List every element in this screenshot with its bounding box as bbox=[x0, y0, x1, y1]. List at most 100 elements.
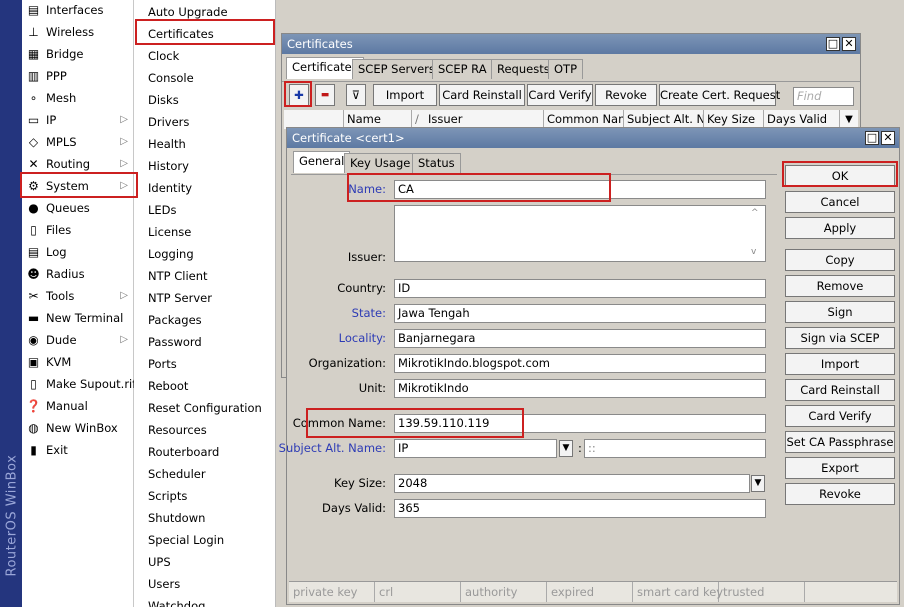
submenu-item-drivers[interactable]: Drivers bbox=[134, 111, 274, 133]
certificate-dialog-title-bar[interactable]: Certificate <cert1> □ ✕ bbox=[287, 128, 899, 148]
menu-item-ppp[interactable]: ▥ PPP bbox=[22, 66, 134, 88]
submenu-item-special-login[interactable]: Special Login bbox=[134, 529, 274, 551]
mpls-icon: ◇ bbox=[28, 135, 39, 149]
submenu-item-license[interactable]: License bbox=[134, 221, 274, 243]
import-button[interactable]: Import bbox=[785, 353, 895, 375]
menu-item-interfaces[interactable]: ▤ Interfaces bbox=[22, 0, 134, 22]
submenu-item-logging[interactable]: Logging bbox=[134, 243, 274, 265]
menu-item-mpls[interactable]: ◇ MPLS ▷ bbox=[22, 132, 134, 154]
export-button[interactable]: Export bbox=[785, 457, 895, 479]
menu-item-files[interactable]: ▯ Files bbox=[22, 220, 134, 242]
status-authority: authority bbox=[461, 582, 547, 602]
submenu-item-reboot[interactable]: Reboot bbox=[134, 375, 274, 397]
tab-scep-ra[interactable]: SCEP RA bbox=[432, 59, 493, 79]
menu-item-bridge[interactable]: ▦ Bridge bbox=[22, 44, 134, 66]
revoke-button[interactable]: Revoke bbox=[785, 483, 895, 505]
submenu-item-leds[interactable]: LEDs bbox=[134, 199, 274, 221]
subject-alt-name-type-field[interactable]: IP bbox=[394, 439, 557, 458]
create-cert-request-button[interactable]: Create Cert. Request bbox=[659, 84, 780, 106]
menu-item-queues[interactable]: ● Queues bbox=[22, 198, 134, 220]
submenu-item-resources[interactable]: Resources bbox=[134, 419, 274, 441]
submenu-item-packages[interactable]: Packages bbox=[134, 309, 274, 331]
card-verify-button[interactable]: Card Verify bbox=[527, 84, 593, 106]
system-menu-highlight bbox=[20, 172, 138, 198]
menu-item-manual[interactable]: ❓ Manual bbox=[22, 396, 134, 418]
menu-item-wireless[interactable]: ⊥ Wireless bbox=[22, 22, 134, 44]
winbox-icon: ◍ bbox=[28, 421, 39, 435]
submenu-item-routerboard[interactable]: Routerboard bbox=[134, 441, 274, 463]
tab-otp[interactable]: OTP bbox=[548, 59, 584, 79]
sign-via-scep-button[interactable]: Sign via SCEP bbox=[785, 327, 895, 349]
tab-status[interactable]: Status bbox=[412, 153, 461, 173]
main-menu: ▤ Interfaces ⊥ Wireless ▦ Bridge ▥ PPP ∘ Mesh ▭ IP ▷… bbox=[22, 0, 137, 607]
dropdown-arrow-icon[interactable]: ▼ bbox=[559, 440, 573, 457]
submenu-item-disks[interactable]: Disks bbox=[134, 89, 274, 111]
card-verify-button[interactable]: Card Verify bbox=[785, 405, 895, 427]
filter-button[interactable]: ⊽ bbox=[346, 84, 366, 106]
sign-button[interactable]: Sign bbox=[785, 301, 895, 323]
remove-button[interactable]: Remove bbox=[785, 275, 895, 297]
copy-button[interactable]: Copy bbox=[785, 249, 895, 271]
menu-item-new-winbox[interactable]: ◍ New WinBox bbox=[22, 418, 134, 440]
subject-alt-name-value-field[interactable]: :: bbox=[584, 439, 766, 458]
menu-item-log[interactable]: ▤ Log bbox=[22, 242, 134, 264]
close-icon[interactable]: ✕ bbox=[881, 131, 895, 145]
submenu-item-ntp-server[interactable]: NTP Server bbox=[134, 287, 274, 309]
tab-scep-servers[interactable]: SCEP Servers bbox=[352, 59, 441, 79]
cancel-button[interactable]: Cancel bbox=[785, 191, 895, 213]
submenu-item-password[interactable]: Password bbox=[134, 331, 274, 353]
remove-button[interactable]: ▬ bbox=[315, 84, 335, 106]
menu-item-label: Make Supout.rif bbox=[46, 377, 137, 391]
import-button[interactable]: Import bbox=[373, 84, 437, 106]
submenu-item-ups[interactable]: UPS bbox=[134, 551, 274, 573]
submenu-item-console[interactable]: Console bbox=[134, 67, 274, 89]
menu-item-new-terminal[interactable]: ▬ New Terminal bbox=[22, 308, 134, 330]
submenu-item-watchdog[interactable]: Watchdog bbox=[134, 595, 274, 607]
menu-item-tools[interactable]: ✂ Tools ▷ bbox=[22, 286, 134, 308]
menu-item-exit[interactable]: ▮ Exit bbox=[22, 440, 134, 462]
country-field[interactable]: ID bbox=[394, 279, 766, 298]
tab-key-usage[interactable]: Key Usage bbox=[344, 153, 417, 173]
restore-icon[interactable]: □ bbox=[826, 37, 840, 51]
menu-item-mesh[interactable]: ∘ Mesh bbox=[22, 88, 134, 110]
issuer-field[interactable] bbox=[394, 205, 766, 262]
scroll-up-icon[interactable]: ^ bbox=[751, 208, 759, 218]
menu-item-ip[interactable]: ▭ IP ▷ bbox=[22, 110, 134, 132]
scroll-down-icon[interactable]: v bbox=[751, 247, 756, 257]
submenu-item-shutdown[interactable]: Shutdown bbox=[134, 507, 274, 529]
restore-icon[interactable]: □ bbox=[865, 131, 879, 145]
submenu-item-ntp-client[interactable]: NTP Client bbox=[134, 265, 274, 287]
menu-item-make-supout-rif[interactable]: ▯ Make Supout.rif bbox=[22, 374, 137, 396]
revoke-button[interactable]: Revoke bbox=[595, 84, 657, 106]
certificates-title-bar[interactable]: Certificates □ ✕ bbox=[282, 34, 860, 54]
menu-item-dude[interactable]: ◉ Dude ▷ bbox=[22, 330, 134, 352]
close-icon[interactable]: ✕ bbox=[842, 37, 856, 51]
days-valid-field[interactable]: 365 bbox=[394, 499, 766, 518]
submenu-item-identity[interactable]: Identity bbox=[134, 177, 274, 199]
menu-item-kvm[interactable]: ▣ KVM bbox=[22, 352, 134, 374]
key-size-field[interactable]: 2048 bbox=[394, 474, 750, 493]
tab-requests[interactable]: Requests bbox=[491, 59, 556, 79]
submenu-item-scheduler[interactable]: Scheduler bbox=[134, 463, 274, 485]
interfaces-icon: ▤ bbox=[27, 3, 40, 17]
card-reinstall-button[interactable]: Card Reinstall bbox=[439, 84, 525, 106]
state-field[interactable]: Jawa Tengah bbox=[394, 304, 766, 323]
locality-field[interactable]: Banjarnegara bbox=[394, 329, 766, 348]
unit-field[interactable]: MikrotikIndo bbox=[394, 379, 766, 398]
card-reinstall-button[interactable]: Card Reinstall bbox=[785, 379, 895, 401]
dropdown-arrow-icon[interactable]: ▼ bbox=[751, 475, 765, 492]
common-name-field-highlight bbox=[306, 408, 524, 438]
apply-button[interactable]: Apply bbox=[785, 217, 895, 239]
submenu-item-clock[interactable]: Clock bbox=[134, 45, 274, 67]
tab-general[interactable]: General bbox=[293, 151, 351, 173]
submenu-item-users[interactable]: Users bbox=[134, 573, 274, 595]
set-ca-passphrase-button[interactable]: Set CA Passphrase bbox=[785, 431, 895, 453]
submenu-item-history[interactable]: History bbox=[134, 155, 274, 177]
menu-item-radius[interactable]: ☻ Radius bbox=[22, 264, 134, 286]
submenu-item-health[interactable]: Health bbox=[134, 133, 274, 155]
find-input[interactable]: Find bbox=[793, 87, 854, 106]
submenu-item-scripts[interactable]: Scripts bbox=[134, 485, 274, 507]
submenu-item-ports[interactable]: Ports bbox=[134, 353, 274, 375]
submenu-item-reset-configuration[interactable]: Reset Configuration bbox=[134, 397, 274, 419]
organization-field[interactable]: MikrotikIndo.blogspot.com bbox=[394, 354, 766, 373]
